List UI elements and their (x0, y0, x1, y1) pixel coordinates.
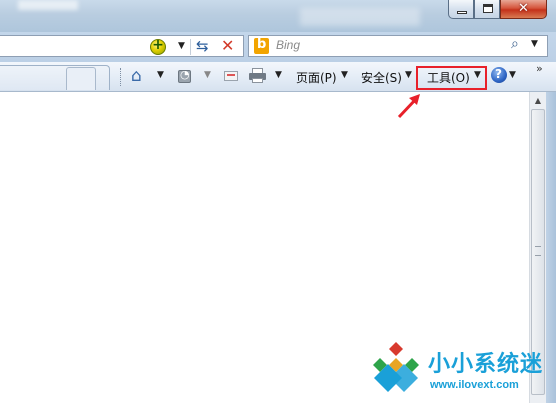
arrow-annotation-icon (397, 94, 420, 119)
search-icon[interactable]: ⌕ (511, 36, 519, 52)
close-button[interactable]: ✕ (500, 0, 547, 19)
help-glyph: ? (495, 67, 502, 81)
toolbar-grip[interactable] (120, 68, 123, 86)
watermark: 小小系统迷 www.ilovext.com (366, 336, 556, 403)
title-bar: ✕ (0, 0, 556, 32)
help-icon[interactable]: ? (491, 67, 507, 83)
divider (190, 39, 191, 55)
watermark-text: 小小系统迷 (428, 352, 544, 377)
feeds-icon[interactable]: ◔ (178, 68, 191, 83)
page-dropdown-icon[interactable]: ▼ (341, 70, 348, 80)
address-row: + ▼ ⇆ ✕ b Bing ⌕ ▼ (0, 32, 556, 62)
watermark-logo-icon (373, 342, 419, 392)
mail-stamp (227, 74, 235, 76)
safety-menu[interactable]: 安全(S) (361, 69, 402, 86)
scroll-up-icon[interactable]: ▲ (530, 92, 546, 109)
blurred-title (18, 0, 78, 10)
search-dropdown-icon[interactable]: ▼ (531, 39, 538, 49)
safety-dropdown-icon[interactable]: ▼ (405, 70, 412, 80)
highlight-box (416, 66, 487, 90)
chevron-icon[interactable]: » (536, 62, 543, 75)
blurred-background-text (300, 8, 420, 26)
search-input[interactable]: Bing (276, 38, 300, 52)
feeds-glyph: ◔ (180, 68, 190, 81)
print-dropdown-icon[interactable]: ▼ (275, 70, 282, 80)
watermark-url: www.ilovext.com (430, 379, 519, 391)
new-tab-button[interactable] (66, 67, 96, 90)
maximize-button[interactable] (474, 0, 500, 19)
mail-icon[interactable] (224, 71, 238, 81)
minimize-button[interactable] (448, 0, 474, 19)
page-menu[interactable]: 页面(P) (296, 69, 337, 86)
feeds-dropdown-icon[interactable]: ▼ (204, 70, 211, 80)
refresh-icon[interactable]: ⇆ (196, 37, 209, 55)
home-icon[interactable]: ⌂ (131, 66, 142, 86)
print-icon[interactable] (249, 68, 266, 83)
stop-icon[interactable]: ✕ (221, 36, 234, 55)
minimize-icon (457, 11, 467, 14)
print-output (252, 78, 263, 83)
help-dropdown-icon[interactable]: ▼ (509, 70, 516, 80)
close-icon: ✕ (518, 1, 529, 16)
thumb-grip (535, 246, 541, 256)
bing-glyph: b (257, 37, 267, 52)
bing-icon: b (254, 37, 269, 54)
address-bar[interactable]: + ▼ ⇆ ✕ (0, 35, 244, 57)
maximize-icon (483, 4, 493, 13)
compatibility-glyph: + (152, 37, 164, 53)
home-dropdown-icon[interactable]: ▼ (157, 70, 164, 80)
compatibility-icon[interactable]: + (150, 37, 166, 55)
address-dropdown-icon[interactable]: ▼ (178, 41, 185, 51)
search-box[interactable]: b Bing ⌕ ▼ (248, 35, 548, 57)
